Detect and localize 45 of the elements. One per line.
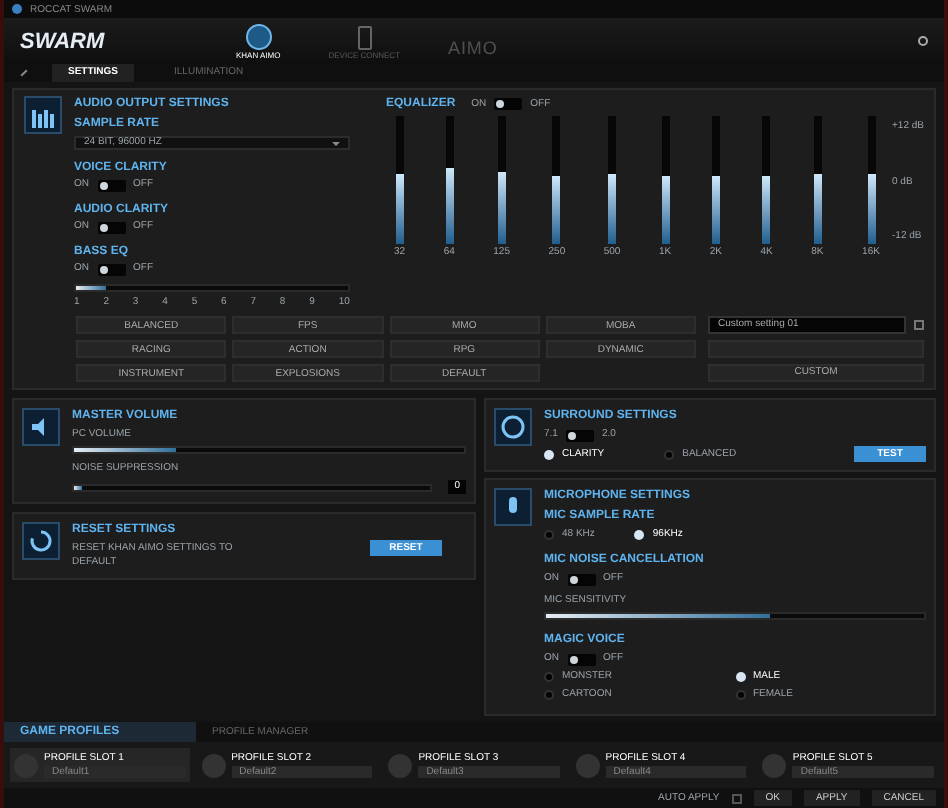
- equalizer-icon: [24, 96, 62, 134]
- toggle-switch[interactable]: [97, 221, 125, 233]
- auto-apply-checkbox[interactable]: [731, 793, 742, 803]
- eq-slider-track[interactable]: [867, 116, 875, 244]
- radio-button[interactable]: [544, 690, 554, 700]
- eq-slider-track[interactable]: [497, 116, 506, 244]
- app-icon: [12, 4, 22, 14]
- headset-icon: [245, 23, 272, 49]
- toggle-switch[interactable]: [97, 179, 125, 191]
- toggle-switch[interactable]: [567, 653, 595, 665]
- radio-button[interactable]: [735, 672, 745, 682]
- eq-slider-track[interactable]: [552, 116, 561, 244]
- radio-button[interactable]: [735, 690, 745, 700]
- save-icon[interactable]: [914, 320, 924, 330]
- eq-slider-track[interactable]: [661, 116, 670, 244]
- radio-button[interactable]: [664, 449, 675, 459]
- surround-icon: [494, 408, 532, 446]
- eq-slider-track[interactable]: [445, 116, 454, 244]
- toggle-switch[interactable]: [97, 263, 125, 275]
- eq-slider-track[interactable]: [762, 116, 771, 244]
- eq-slider-track[interactable]: [608, 116, 617, 244]
- toggle-switch[interactable]: [567, 573, 595, 585]
- eq-slider-track[interactable]: [711, 116, 720, 244]
- settings-icon[interactable]: [918, 36, 928, 46]
- microphone-icon: [494, 488, 532, 526]
- pencil-icon[interactable]: [20, 69, 28, 77]
- speaker-icon: [22, 408, 60, 446]
- radio-button[interactable]: [544, 449, 554, 459]
- profile-icon: [575, 753, 600, 777]
- profile-icon: [201, 753, 226, 777]
- eq-slider-track[interactable]: [395, 116, 404, 244]
- radio-button[interactable]: [544, 672, 554, 682]
- logo: SWARM: [20, 29, 107, 53]
- slider-track[interactable]: [72, 446, 466, 454]
- reset-icon: [22, 522, 60, 560]
- profile-icon: [762, 753, 787, 777]
- toggle-switch[interactable]: [565, 429, 594, 441]
- profile-icon: [388, 753, 413, 777]
- radio-button[interactable]: [634, 530, 645, 540]
- slider-track[interactable]: [544, 612, 926, 620]
- eq-slider-track[interactable]: [813, 116, 822, 244]
- caret-icon: [332, 141, 340, 145]
- toggle-switch[interactable]: [494, 98, 523, 110]
- radio-button[interactable]: [544, 530, 554, 540]
- phone-icon: [357, 25, 372, 49]
